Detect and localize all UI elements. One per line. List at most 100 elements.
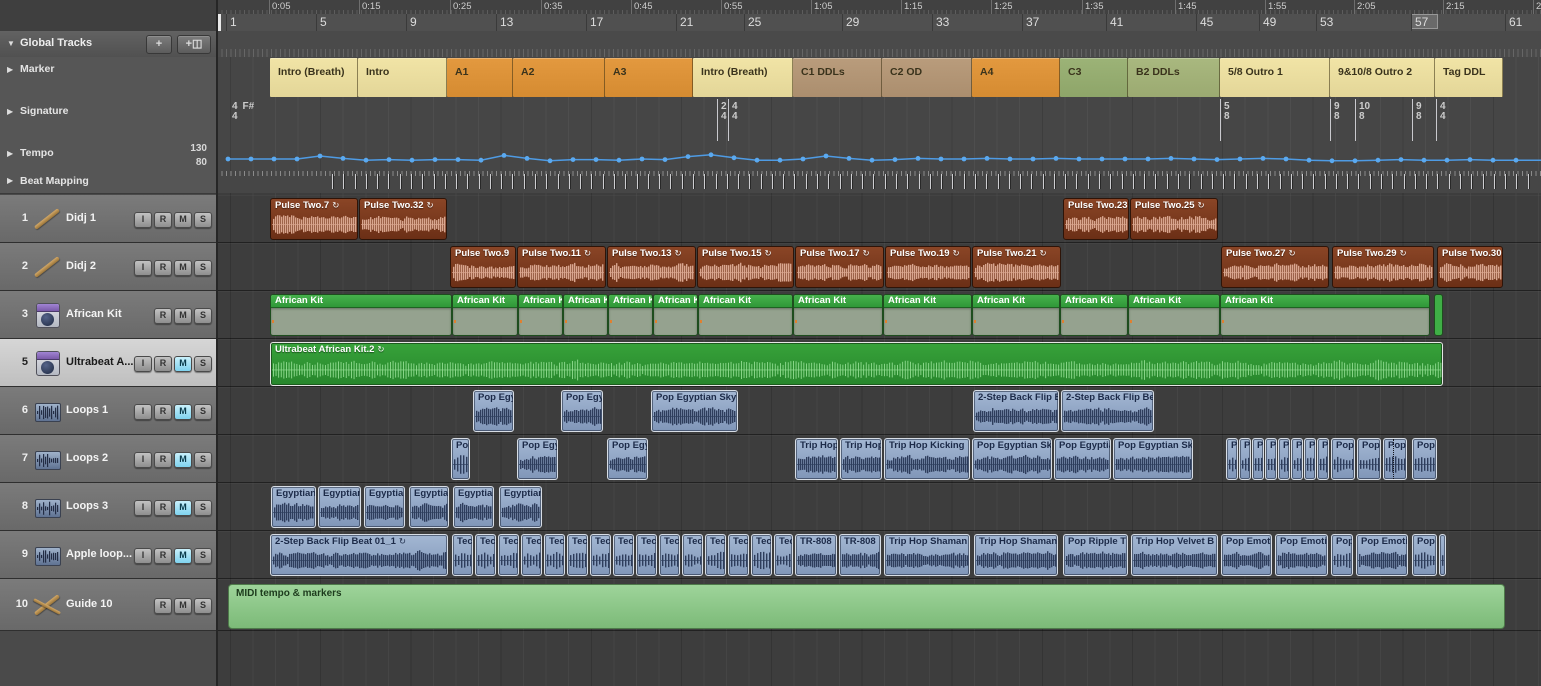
track-mute-button[interactable]: M: [174, 212, 192, 228]
track-header-african-kit[interactable]: 3African KitRMS: [0, 291, 217, 339]
track-record-button[interactable]: R: [154, 598, 172, 614]
track-header-ultrabeat-a-[interactable]: 5Ultrabeat A...IRMS: [0, 339, 217, 387]
marker-region[interactable]: A1: [447, 58, 513, 97]
beat-mapping-line[interactable]: [1437, 174, 1438, 189]
beat-mapping-line[interactable]: [524, 174, 525, 189]
beat-mapping-line[interactable]: [817, 174, 818, 189]
signature-event[interactable]: 44: [1440, 102, 1446, 122]
beat-mapping-line[interactable]: [1404, 174, 1405, 189]
beat-mapping-line[interactable]: [1076, 174, 1077, 189]
track-solo-button[interactable]: S: [194, 404, 212, 420]
bar-label[interactable]: 25: [748, 15, 761, 29]
marker-region[interactable]: B2 DDLs: [1128, 58, 1220, 97]
beat-mapping-line[interactable]: [625, 174, 626, 189]
track-lane[interactable]: [217, 387, 1541, 435]
track-record-button[interactable]: R: [154, 212, 172, 228]
beat-mapping-line[interactable]: [490, 174, 491, 189]
beat-mapping-line[interactable]: [445, 174, 446, 189]
beat-mapping-line[interactable]: [1471, 174, 1472, 189]
beat-mapping-line[interactable]: [1325, 174, 1326, 189]
beat-mapping-line[interactable]: [1336, 174, 1337, 189]
track-lane[interactable]: [217, 291, 1541, 339]
track-mute-button[interactable]: M: [174, 356, 192, 372]
beat-mapping-line[interactable]: [1280, 174, 1281, 189]
timeline-area[interactable]: 0:050:150:250:350:450:551:051:151:251:35…: [217, 0, 1541, 686]
disclosure-triangle-icon[interactable]: ▶: [7, 65, 13, 74]
bar-label[interactable]: 33: [936, 15, 949, 29]
beat-mapping-line[interactable]: [512, 174, 513, 189]
signature-lane[interactable]: 4 F#4244458981089844: [217, 99, 1541, 142]
bar-label[interactable]: 13: [500, 15, 513, 29]
beat-mapping-line[interactable]: [794, 174, 795, 189]
beat-mapping-line[interactable]: [1415, 174, 1416, 189]
beat-mapping-line[interactable]: [1381, 174, 1382, 189]
beat-mapping-line[interactable]: [1088, 174, 1089, 189]
beat-mapping-line[interactable]: [1031, 174, 1032, 189]
beat-mapping-line[interactable]: [1528, 174, 1529, 189]
beat-mapping-line[interactable]: [806, 174, 807, 189]
beat-mapping-line[interactable]: [569, 174, 570, 189]
bar-label[interactable]: 49: [1263, 15, 1276, 29]
track-input-button[interactable]: I: [134, 260, 152, 276]
signature-event[interactable]: 98: [1334, 102, 1340, 122]
tempo-lane[interactable]: [217, 141, 1541, 172]
bar-label[interactable]: 61: [1509, 15, 1522, 29]
beat-mapping-line[interactable]: [1291, 174, 1292, 189]
beat-mapping-line[interactable]: [1302, 174, 1303, 189]
beat-mapping-line[interactable]: [851, 174, 852, 189]
track-solo-button[interactable]: S: [194, 356, 212, 372]
beat-mapping-line[interactable]: [535, 174, 536, 189]
track-solo-button[interactable]: S: [194, 598, 212, 614]
bar-label[interactable]: 53: [1320, 15, 1333, 29]
beat-mapping-line[interactable]: [783, 174, 784, 189]
beat-mapping-line[interactable]: [456, 174, 457, 189]
beat-mapping-line[interactable]: [434, 174, 435, 189]
beat-mapping-line[interactable]: [727, 174, 728, 189]
beat-mapping-line[interactable]: [930, 174, 931, 189]
beat-mapping-line[interactable]: [591, 174, 592, 189]
track-record-button[interactable]: R: [154, 452, 172, 468]
beat-mapping-line[interactable]: [580, 174, 581, 189]
track-solo-button[interactable]: S: [194, 260, 212, 276]
track-solo-button[interactable]: S: [194, 452, 212, 468]
marker-region[interactable]: Intro (Breath): [693, 58, 793, 97]
beat-mapping-line[interactable]: [1212, 174, 1213, 189]
beat-mapping-line[interactable]: [772, 174, 773, 189]
beat-mapping-line[interactable]: [693, 174, 694, 189]
beat-mapping-line[interactable]: [1370, 174, 1371, 189]
track-mute-button[interactable]: M: [174, 260, 192, 276]
beat-mapping-line[interactable]: [738, 174, 739, 189]
bar-label[interactable]: 17: [590, 15, 603, 29]
track-record-button[interactable]: R: [154, 308, 172, 324]
beat-mapping-line[interactable]: [1223, 174, 1224, 189]
marker-region[interactable]: Intro (Breath): [270, 58, 358, 97]
beat-mapping-line[interactable]: [1144, 174, 1145, 189]
marker-region[interactable]: 5/8 Outro 1: [1220, 58, 1330, 97]
beat-mapping-line[interactable]: [862, 174, 863, 189]
beat-mapping-line[interactable]: [670, 174, 671, 189]
marker-region[interactable]: C1 DDLs: [793, 58, 882, 97]
track-header-guide-10[interactable]: 10Guide 10RMS: [0, 579, 217, 631]
tempo-lane-header[interactable]: ▶ Tempo 130 80: [0, 141, 217, 172]
bar-label[interactable]: 1: [230, 15, 237, 29]
bar-label[interactable]: 21: [680, 15, 693, 29]
beat-mapping-line[interactable]: [1020, 174, 1021, 189]
signature-event[interactable]: 98: [1416, 102, 1422, 122]
marker-region[interactable]: A4: [972, 58, 1060, 97]
beat-mapping-line[interactable]: [749, 174, 750, 189]
beat-mapping-line[interactable]: [1054, 174, 1055, 189]
beat-mapping-line[interactable]: [1189, 174, 1190, 189]
signature-event[interactable]: 44: [732, 102, 738, 122]
bar-label[interactable]: 57: [1415, 15, 1428, 29]
track-mute-button[interactable]: M: [174, 598, 192, 614]
beat-mapping-line[interactable]: [614, 174, 615, 189]
track-input-button[interactable]: I: [134, 548, 152, 564]
track-header-didj-2[interactable]: 2Didj 2IRMS: [0, 243, 217, 291]
beat-mapping-line[interactable]: [422, 174, 423, 189]
beat-mapping-line[interactable]: [716, 174, 717, 189]
beat-mapping-line[interactable]: [761, 174, 762, 189]
beat-mapping-line[interactable]: [388, 174, 389, 189]
track-lane[interactable]: [217, 435, 1541, 483]
beat-mapping-line[interactable]: [501, 174, 502, 189]
tempo-curve[interactable]: [217, 141, 1541, 171]
